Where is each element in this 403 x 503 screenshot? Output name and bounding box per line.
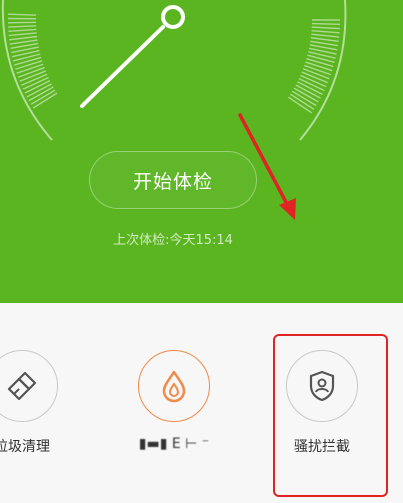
gauge-tick xyxy=(8,13,37,16)
gauge-tick xyxy=(311,33,340,38)
gauge-tick xyxy=(8,25,37,28)
water-drop-icon xyxy=(162,370,186,403)
water-drop-tool[interactable]: ▮▬▮ E ⊢ ⁻ xyxy=(108,350,228,480)
gauge-ticks-left xyxy=(8,13,58,109)
broom-icon xyxy=(7,371,37,401)
gauge-tick xyxy=(9,39,38,45)
water-drop-icon-circle xyxy=(138,350,210,422)
gauge-tick xyxy=(306,57,334,68)
gauge-tick xyxy=(311,22,340,25)
gauge-tick xyxy=(8,28,37,33)
junk-clean-icon-circle xyxy=(0,350,58,422)
gauge-tick xyxy=(8,32,37,37)
gauge-tick xyxy=(310,37,339,43)
gauge-tick xyxy=(16,63,44,74)
water-drop-label: ▮▬▮ E ⊢ ⁻ xyxy=(138,436,210,452)
gauge-needle xyxy=(80,25,165,108)
gauge-tick xyxy=(9,35,38,41)
gauge-needle-pivot xyxy=(161,5,185,29)
gauge-tick xyxy=(311,26,340,30)
gauge-tick xyxy=(305,61,333,72)
gauge-tick xyxy=(15,60,43,70)
last-checkup-time: 上次体检:今天15:14 xyxy=(113,233,233,248)
gauge-tick xyxy=(14,56,42,66)
junk-clean-label: 垃圾清理 xyxy=(0,439,50,455)
start-checkup-button[interactable]: 开始体检 xyxy=(89,151,257,209)
screen: 开始体检 上次体检:今天15:14 垃圾清理 ▮▬▮ E ⊢ ⁻ 骚扰拦截 xyxy=(0,0,403,503)
checkup-panel: 开始体检 上次体检:今天15:14 xyxy=(0,0,403,303)
junk-clean-tool[interactable]: 垃圾清理 xyxy=(0,350,76,480)
gauge-ticks-right xyxy=(288,19,340,114)
annotation-highlight-box xyxy=(273,334,388,497)
gauge-tick xyxy=(311,29,340,34)
